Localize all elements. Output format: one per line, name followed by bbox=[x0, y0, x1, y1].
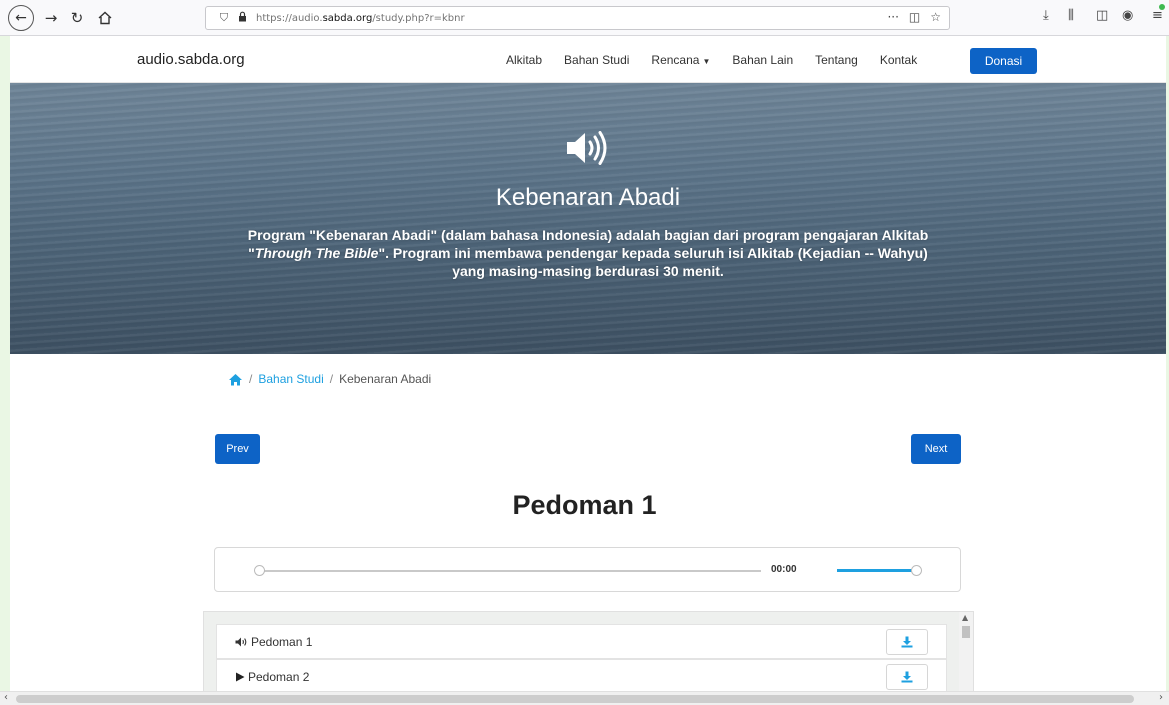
playlist: Pedoman 1 Pedoman 2 ▲ bbox=[203, 611, 974, 693]
update-badge bbox=[1159, 4, 1165, 10]
volume-up-icon bbox=[235, 637, 248, 647]
downloads-icon[interactable]: ⤓ bbox=[1043, 8, 1049, 23]
scroll-left-icon[interactable]: ‹ bbox=[4, 692, 8, 703]
url-text: https://audio.sabda.org/study.php?r=kbnr bbox=[256, 12, 465, 24]
breadcrumb-current: Kebenaran Abadi bbox=[339, 372, 432, 386]
download-icon bbox=[901, 636, 913, 648]
back-button[interactable]: ← bbox=[8, 5, 34, 31]
download-icon bbox=[901, 671, 913, 683]
home-outline-icon bbox=[98, 11, 112, 25]
arrow-right-icon: → bbox=[44, 9, 58, 27]
caret-down-icon: ▼ bbox=[702, 57, 711, 66]
play-icon bbox=[235, 672, 245, 682]
nav-links: Alkitab Bahan Studi Rencana ▼ Bahan Lain … bbox=[506, 53, 939, 67]
volume-up-icon bbox=[567, 131, 607, 165]
site-brand[interactable]: audio.sabda.org bbox=[137, 51, 245, 68]
pocket-icon[interactable]: ◫ bbox=[909, 10, 920, 24]
tracking-shield-icon: ⛉ bbox=[219, 11, 229, 24]
sidebar-icon[interactable]: ◫ bbox=[1096, 8, 1108, 23]
arrow-left-icon: ← bbox=[15, 10, 27, 26]
lock-icon bbox=[238, 11, 252, 25]
nav-rencana-label: Rencana bbox=[651, 53, 700, 67]
progress-track[interactable] bbox=[259, 570, 761, 572]
progress-handle[interactable] bbox=[254, 565, 265, 576]
playlist-scrollbar[interactable]: ▲ bbox=[959, 612, 973, 692]
download-button[interactable] bbox=[886, 664, 928, 690]
nav-alkitab[interactable]: Alkitab bbox=[506, 53, 542, 67]
breadcrumb-link-bahan-studi[interactable]: Bahan Studi bbox=[258, 372, 323, 386]
nav-rencana[interactable]: Rencana ▼ bbox=[651, 53, 710, 67]
nav-kontak[interactable]: Kontak bbox=[880, 53, 917, 67]
volume-handle[interactable] bbox=[911, 565, 922, 576]
page-horizontal-scrollbar[interactable]: ‹ › bbox=[0, 691, 1169, 705]
nav-tentang[interactable]: Tentang bbox=[815, 53, 858, 67]
nav-bahan-studi[interactable]: Bahan Studi bbox=[564, 53, 629, 67]
track-title: Pedoman 1 bbox=[251, 635, 313, 649]
scroll-right-icon[interactable]: › bbox=[1159, 692, 1163, 703]
playlist-scroll-thumb[interactable] bbox=[962, 626, 970, 638]
nav-bahan-lain[interactable]: Bahan Lain bbox=[732, 53, 793, 67]
scroll-up-icon[interactable]: ▲ bbox=[962, 613, 968, 622]
forward-button[interactable]: → bbox=[40, 7, 62, 29]
page-title: Pedoman 1 bbox=[512, 490, 657, 520]
browser-toolbar: ← → ↻ ⛉ https://audio.sabda.org/study.ph… bbox=[0, 0, 1169, 36]
breadcrumb: / Bahan Studi / Kebenaran Abadi bbox=[228, 372, 431, 386]
track-title: Pedoman 2 bbox=[248, 670, 310, 684]
next-button[interactable]: Next bbox=[911, 434, 961, 464]
list-item[interactable]: Pedoman 1 bbox=[216, 624, 947, 659]
prev-button[interactable]: Prev bbox=[215, 434, 260, 464]
home-button[interactable] bbox=[94, 7, 116, 29]
bookmark-star-icon[interactable]: ☆ bbox=[930, 10, 941, 24]
volume-track[interactable] bbox=[837, 569, 913, 572]
hero-banner: Kebenaran Abadi Program "Kebenaran Abadi… bbox=[10, 83, 1166, 354]
hero-description: Program "Kebenaran Abadi" (dalam bahasa … bbox=[247, 227, 929, 279]
list-item[interactable]: Pedoman 2 bbox=[216, 659, 947, 692]
library-icon[interactable]: ⫼ bbox=[1068, 8, 1074, 23]
download-button[interactable] bbox=[886, 629, 928, 655]
hero-title: Kebenaran Abadi bbox=[495, 184, 681, 211]
menu-icon[interactable]: ≡ bbox=[1152, 8, 1163, 23]
address-bar[interactable]: ⛉ https://audio.sabda.org/study.php?r=kb… bbox=[205, 6, 950, 30]
current-time: 00:00 bbox=[771, 564, 797, 575]
audio-player: 00:00 bbox=[214, 547, 961, 592]
home-icon[interactable] bbox=[228, 373, 243, 386]
horizontal-scroll-thumb[interactable] bbox=[16, 695, 1134, 703]
donate-button[interactable]: Donasi bbox=[970, 48, 1037, 74]
page-actions-icon[interactable]: ··· bbox=[887, 10, 898, 24]
reload-icon: ↻ bbox=[70, 9, 84, 27]
left-page-margin bbox=[0, 36, 10, 705]
site-navbar: audio.sabda.org Alkitab Bahan Studi Renc… bbox=[10, 37, 1166, 83]
account-icon[interactable]: ◉ bbox=[1122, 8, 1133, 23]
reload-button[interactable]: ↻ bbox=[66, 7, 88, 29]
